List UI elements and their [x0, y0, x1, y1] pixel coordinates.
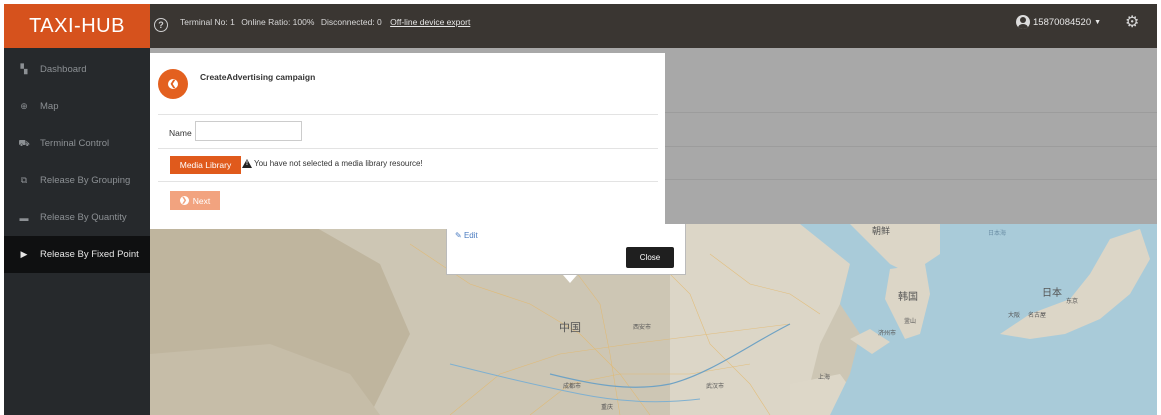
disconnected-count: Disconnected: 0 — [320, 17, 382, 27]
close-button[interactable]: Close — [626, 247, 674, 268]
sidebar-item-map[interactable]: ⊕ Map — [4, 88, 150, 125]
media-library-button[interactable]: Media Library — [170, 156, 241, 174]
divider — [158, 148, 658, 149]
map-label: 韩国 — [898, 292, 918, 303]
warning-icon — [242, 159, 252, 168]
user-menu[interactable]: 15870084520 ▼ — [1016, 15, 1101, 29]
back-button[interactable]: ❮ — [158, 69, 188, 99]
map-label: 大阪 — [1008, 312, 1021, 319]
map-label: 日本 — [1042, 288, 1062, 299]
sidebar-item-terminal-control[interactable]: ⛟ Terminal Control — [4, 125, 150, 162]
top-bar: TAXI-HUB ? Terminal No: 1 Online Ratio: … — [4, 4, 1157, 48]
name-input[interactable] — [195, 121, 302, 141]
sidebar-item-label: Release By Fixed Point — [40, 249, 139, 260]
warning-text: You have not selected a media library re… — [254, 159, 423, 168]
map-label: 日本海 — [988, 230, 1007, 237]
sidebar-item-dashboard[interactable]: ▚ Dashboard — [4, 51, 150, 88]
play-icon: ▶ — [20, 249, 28, 259]
map-icon: ⊕ — [20, 101, 28, 111]
terminal-count: Terminal No: 1 — [180, 17, 235, 27]
online-ratio: Online Ratio: 100% — [241, 17, 315, 27]
app-window: TAXI-HUB ? Terminal No: 1 Online Ratio: … — [4, 4, 1157, 415]
arrow-left-icon: ❮ — [168, 79, 178, 89]
map-label: 成都市 — [563, 383, 582, 390]
question-circle-icon[interactable]: ? — [154, 18, 168, 32]
marker-popup: ✎ Edit Close — [446, 224, 686, 275]
arrow-right-circle-icon: ❯ — [179, 196, 189, 205]
next-button[interactable]: ❯ Next — [170, 191, 220, 210]
main-content: 朝鲜 日本海 韩国 日本 东京 大阪 名古屋 中国 西安市 成都市 武汉市 上海… — [150, 48, 1157, 415]
divider — [158, 181, 658, 182]
name-label: Name — [169, 128, 192, 138]
caret-down-icon: ▼ — [1094, 18, 1102, 26]
car-icon: ⛟ — [18, 137, 30, 148]
brand-logo[interactable]: TAXI-HUB — [4, 4, 150, 48]
map-label: 东京 — [1066, 298, 1079, 305]
sidebar-item-label: Dashboard — [40, 64, 87, 75]
status-bar: Terminal No: 1 Online Ratio: 100% Discon… — [180, 17, 474, 27]
map-label: 上海 — [818, 374, 831, 381]
map-label: 釜山 — [904, 318, 917, 325]
map-label: 名古屋 — [1028, 312, 1047, 319]
group-icon: ⧉ — [20, 175, 28, 185]
panel-title: CreateAdvertising campaign — [200, 72, 316, 82]
offline-export-link[interactable]: Off-line device export — [390, 17, 470, 27]
map-label: 济州市 — [878, 330, 897, 337]
sidebar-item-label: Release By Grouping — [40, 175, 131, 186]
user-avatar-icon — [1016, 15, 1030, 29]
sidebar-item-label: Release By Quantity — [40, 212, 127, 223]
create-campaign-panel: ❮ CreateAdvertising campaign Name Media … — [150, 53, 665, 229]
sidebar: ▚ Dashboard ⊕ Map ⛟ Terminal Control ⧉ R… — [4, 48, 150, 415]
gear-icon[interactable]: ⚙ — [1125, 15, 1139, 31]
map-label: 武汉市 — [706, 383, 725, 390]
popup-pointer — [563, 275, 577, 283]
user-phone: 15870084520 — [1033, 16, 1092, 28]
map-label: 中国 — [559, 321, 581, 334]
sidebar-item-label: Terminal Control — [40, 138, 110, 149]
map-label: 朝鲜 — [872, 227, 891, 237]
sidebar-item-release-by-quantity[interactable]: ▬ Release By Quantity — [4, 199, 150, 236]
map-label: 重庆 — [601, 404, 614, 411]
edit-link[interactable]: ✎ Edit — [455, 231, 478, 240]
list-icon: ▬ — [19, 212, 29, 223]
edit-label: Edit — [463, 231, 478, 240]
map-label: 西安市 — [633, 324, 652, 331]
dashboard-icon: ▚ — [20, 64, 28, 74]
next-label: Next — [192, 195, 211, 206]
sidebar-item-release-by-fixed-point[interactable]: ▶ Release By Fixed Point — [4, 236, 150, 273]
sidebar-item-release-by-grouping[interactable]: ⧉ Release By Grouping — [4, 162, 150, 199]
sidebar-item-label: Map — [40, 101, 59, 112]
media-warning: You have not selected a media library re… — [242, 159, 423, 168]
divider — [158, 114, 658, 115]
